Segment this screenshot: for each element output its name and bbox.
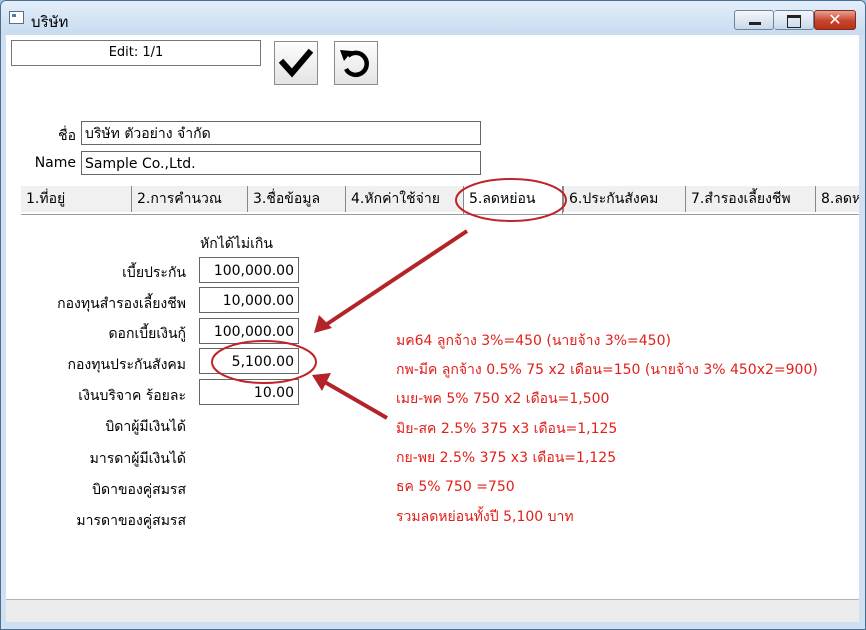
annotation-overlay — [211, 178, 567, 420]
arrow-from-note — [321, 379, 389, 420]
arrow-from-tab — [319, 229, 469, 330]
highlight-ellipse-tab — [455, 178, 567, 222]
highlight-ellipse-field — [211, 340, 317, 384]
application-window: บริษัท ✕ Edit: 1/1 ชื่อ บริษัท ตัวอย่าง … — [0, 0, 866, 630]
